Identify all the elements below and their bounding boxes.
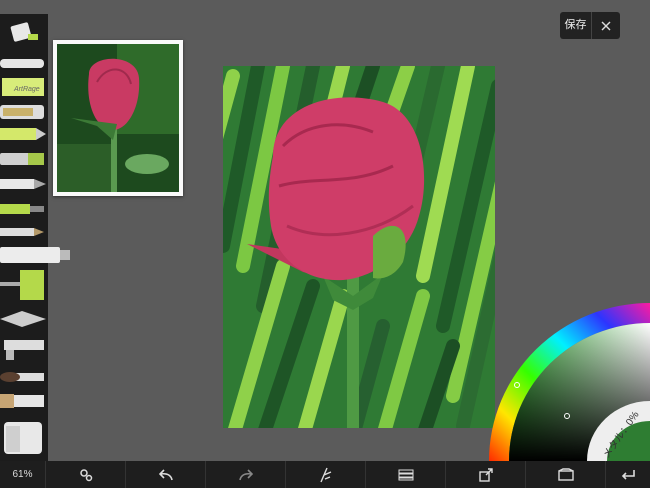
save-close-bar: 保存 <box>560 12 620 39</box>
zoom-label: 61% <box>12 469 33 480</box>
svg-text:ArtRage: ArtRage <box>13 86 40 93</box>
close-button[interactable] <box>592 12 620 39</box>
redo-button[interactable] <box>206 461 286 488</box>
back-icon <box>621 469 635 480</box>
bottom-toolbar: 61% <box>0 461 650 488</box>
settings-button[interactable] <box>46 461 126 488</box>
gallery-button[interactable] <box>526 461 606 488</box>
redo-icon <box>238 468 253 480</box>
close-icon <box>601 21 611 30</box>
tracing-button[interactable] <box>286 461 366 488</box>
reference-image[interactable] <box>53 40 183 196</box>
oil-brush-tool[interactable] <box>0 390 70 418</box>
airbrush-tool[interactable] <box>0 336 70 364</box>
layers-icon <box>398 469 413 480</box>
reference-rose-photo <box>57 44 179 192</box>
artrage-app: ArtRage 保存 メタル：0% 61% <box>0 0 650 488</box>
save-button[interactable]: 保存 <box>560 12 592 39</box>
tracing-icon <box>319 467 331 482</box>
painting-canvas[interactable] <box>223 66 495 428</box>
painting-artwork <box>223 66 495 428</box>
color-picker-tool[interactable] <box>0 418 70 454</box>
share-button[interactable] <box>446 461 526 488</box>
share-icon <box>478 467 493 482</box>
back-button[interactable] <box>606 461 650 488</box>
gallery-icon <box>557 468 574 481</box>
undo-button[interactable] <box>126 461 206 488</box>
zoom-indicator[interactable]: 61% <box>0 461 46 488</box>
layers-button[interactable] <box>366 461 446 488</box>
paint-roller-tool[interactable] <box>0 268 70 300</box>
palette-knife-tool[interactable] <box>0 308 70 336</box>
settings-icon <box>79 468 92 481</box>
undo-icon <box>158 468 173 480</box>
